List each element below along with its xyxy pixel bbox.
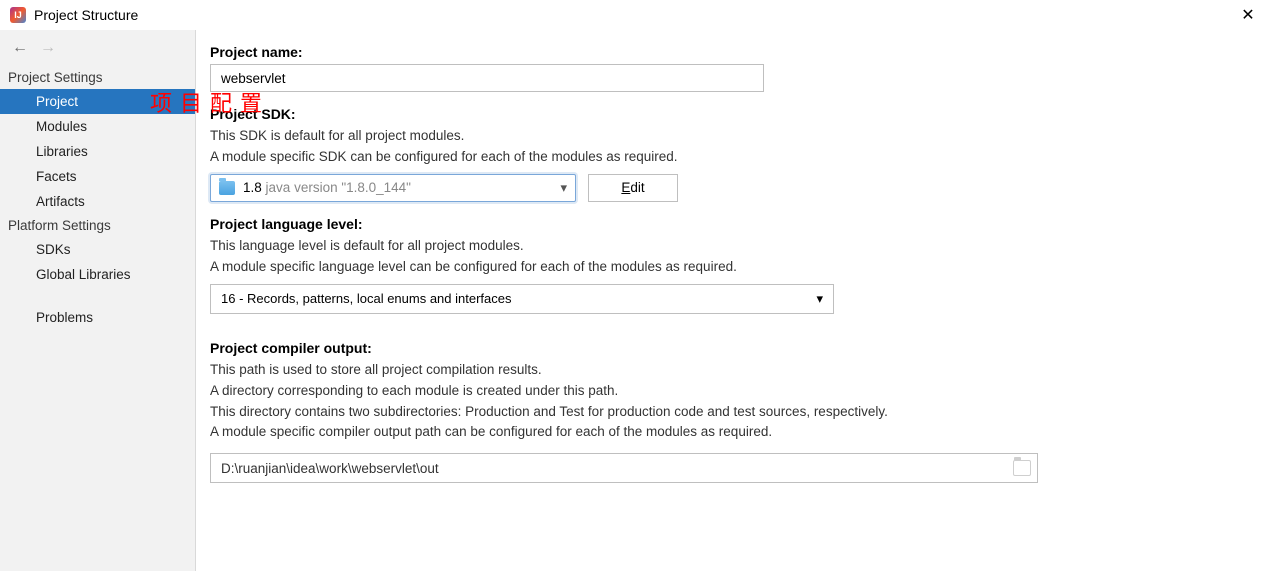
- output-help-3: This directory contains two subdirectori…: [210, 402, 1238, 423]
- sdk-folder-icon: [219, 181, 235, 195]
- sidebar-item-artifacts[interactable]: Artifacts: [0, 189, 195, 214]
- edit-sdk-button[interactable]: Edit: [588, 174, 678, 202]
- output-help-4: A module specific compiler output path c…: [210, 422, 1238, 443]
- project-name-label: Project name:: [210, 44, 1238, 60]
- sidebar: ← → Project Settings Project Modules Lib…: [0, 30, 196, 571]
- sidebar-item-global-libraries[interactable]: Global Libraries: [0, 262, 195, 287]
- main-panel: Project name: Project SDK: This SDK is d…: [196, 30, 1268, 571]
- compiler-output-label: Project compiler output:: [210, 340, 1238, 356]
- compiler-output-field[interactable]: D:\ruanjian\idea\work\webservlet\out: [210, 453, 1038, 483]
- sdk-help-2: A module specific SDK can be configured …: [210, 147, 1238, 168]
- edit-label-rest: dit: [630, 180, 644, 195]
- compiler-output-value: D:\ruanjian\idea\work\webservlet\out: [221, 461, 1013, 476]
- titlebar: IJ Project Structure ✕: [0, 0, 1268, 30]
- sidebar-item-project[interactable]: Project: [0, 89, 195, 114]
- intellij-icon: IJ: [10, 7, 26, 23]
- close-icon[interactable]: ✕: [1238, 5, 1258, 25]
- sidebar-heading-project-settings: Project Settings: [0, 66, 195, 89]
- sidebar-heading-platform-settings: Platform Settings: [0, 214, 195, 237]
- sidebar-item-sdks[interactable]: SDKs: [0, 237, 195, 262]
- project-sdk-label: Project SDK:: [210, 106, 1238, 122]
- sdk-help-1: This SDK is default for all project modu…: [210, 126, 1238, 147]
- language-level-combo[interactable]: 16 - Records, patterns, local enums and …: [210, 284, 834, 314]
- lang-help-2: A module specific language level can be …: [210, 257, 1238, 278]
- output-help-1: This path is used to store all project c…: [210, 360, 1238, 381]
- language-level-value: 16 - Records, patterns, local enums and …: [221, 291, 816, 306]
- sdk-selected-value: 1.8 java version "1.8.0_144": [243, 180, 411, 195]
- sidebar-item-facets[interactable]: Facets: [0, 164, 195, 189]
- sidebar-item-modules[interactable]: Modules: [0, 114, 195, 139]
- output-help-2: A directory corresponding to each module…: [210, 381, 1238, 402]
- window-title: Project Structure: [34, 7, 138, 23]
- back-arrow-icon[interactable]: ←: [12, 40, 28, 56]
- forward-arrow-icon[interactable]: →: [40, 40, 56, 56]
- chevron-down-icon: ▾: [560, 180, 567, 196]
- browse-folder-icon[interactable]: [1013, 460, 1031, 476]
- sidebar-item-problems[interactable]: Problems: [0, 305, 195, 330]
- sidebar-item-libraries[interactable]: Libraries: [0, 139, 195, 164]
- project-name-input[interactable]: [210, 64, 764, 92]
- chevron-down-icon: ▾: [816, 291, 823, 307]
- project-sdk-combo[interactable]: 1.8 java version "1.8.0_144" ▾: [210, 174, 576, 202]
- language-level-label: Project language level:: [210, 216, 1238, 232]
- lang-help-1: This language level is default for all p…: [210, 236, 1238, 257]
